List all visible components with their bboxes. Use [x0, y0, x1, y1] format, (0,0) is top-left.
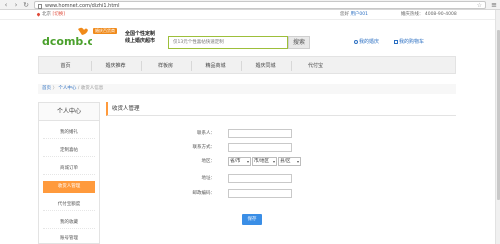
slogan-line-2: 线上婚庆超市	[125, 38, 156, 44]
region-label: 地区：	[201, 159, 216, 164]
nav-item-mall[interactable]: 精品商城	[193, 57, 238, 75]
city-name: 北京	[42, 12, 51, 17]
nav-item-home[interactable]: 首页	[43, 57, 88, 75]
nav-item-local[interactable]: 婚庆同城	[243, 57, 288, 75]
province-value: 省/市	[230, 159, 241, 164]
username-link[interactable]: 用户001	[350, 12, 368, 17]
sidebar-item-invitations[interactable]: 定制喜帖	[43, 145, 95, 157]
logo-text: dcomb.com	[42, 35, 92, 48]
slogan-line-1: 全国个性定制	[125, 31, 156, 37]
nav-item-recommend[interactable]: 婚庆推荐	[93, 57, 138, 75]
sidebar-title: 个人中心	[39, 103, 99, 121]
search-input[interactable]	[168, 36, 288, 49]
phone-input[interactable]	[228, 143, 292, 152]
hotline-label: 婚庆热线：	[400, 12, 424, 17]
breadcrumb: 首页 〉 个人中心 / 收货人信息	[38, 84, 456, 94]
contact-input[interactable]	[228, 129, 292, 138]
city-value: 市/地区	[254, 159, 270, 164]
welcome-text: 您好	[340, 12, 349, 17]
panel-title: 收货人管理	[106, 102, 456, 116]
main-panel: 收货人管理	[106, 102, 456, 244]
nav-divider	[241, 61, 242, 71]
my-cart-label: 我的购物车	[399, 39, 425, 45]
sidebar: 个人中心 我的婚礼 定制喜帖 商城订单 收货人管理 代付宝额度 我的收藏 账号管…	[38, 102, 100, 244]
page-icon	[38, 3, 42, 9]
page-scrollbar[interactable]	[495, 10, 500, 244]
breadcrumb-current: 收货人信息	[80, 86, 104, 91]
dropdown-arrow-icon: ▾	[272, 159, 275, 164]
nav-divider	[141, 61, 142, 71]
city-select[interactable]: 市/地区 ▾	[252, 157, 277, 166]
nav-item-payment[interactable]: 代付宝	[293, 57, 338, 75]
nav-divider	[291, 61, 292, 71]
breadcrumb-home[interactable]: 首页	[42, 86, 51, 91]
address-label: 地址：	[201, 176, 216, 181]
logo-badge: 婚庆百货商	[93, 28, 117, 34]
site-logo[interactable]: dcomb.com	[42, 27, 92, 49]
zip-input[interactable]	[228, 189, 292, 198]
slogan: 全国个性定制 线上婚庆超市	[125, 31, 155, 45]
cart-icon	[394, 39, 398, 44]
bookmark-star-icon[interactable]: ☆	[477, 2, 482, 9]
save-button[interactable]: 保存	[242, 214, 262, 225]
my-cart-link[interactable]: 我的购物车	[394, 39, 424, 46]
forward-icon[interactable]: ›	[12, 1, 20, 9]
location: 北京 [切换]	[42, 12, 65, 18]
zip-label: 邮政编码：	[192, 191, 216, 196]
dropdown-arrow-icon: ▾	[296, 159, 299, 164]
reload-icon[interactable]: ↻	[22, 1, 30, 9]
province-select[interactable]: 省/市 ▾	[228, 157, 251, 166]
main-nav: 首页 婚庆推荐 样板房 精品商城 婚庆同城 代付宝	[38, 56, 456, 74]
sidebar-item-account[interactable]: 账号管理	[43, 233, 95, 244]
my-wedding-link[interactable]: 我的婚庆	[354, 39, 379, 46]
switch-city-link[interactable]: [切换]	[52, 12, 65, 17]
nav-divider	[91, 61, 92, 71]
url-text: www.homnet.com/dizhi1.html	[45, 3, 120, 9]
browser-menu-icon[interactable]: ≡	[490, 1, 498, 9]
scrollbar-thumb[interactable]	[496, 30, 500, 200]
phone-label: 联系方式：	[192, 145, 216, 150]
sidebar-item-orders[interactable]: 商城订单	[43, 163, 95, 175]
my-wedding-label: 我的婚庆	[359, 39, 380, 45]
nav-item-showroom[interactable]: 样板房	[143, 57, 188, 75]
breadcrumb-center[interactable]: 个人中心	[58, 86, 76, 91]
sidebar-item-consignee[interactable]: 收货人管理	[43, 181, 95, 193]
search-button[interactable]: 搜索	[288, 36, 310, 49]
address-bar[interactable]: www.homnet.com/dizhi1.html ☆	[34, 1, 486, 9]
breadcrumb-separator: /	[77, 86, 80, 91]
district-select[interactable]: 县/区 ▾	[278, 157, 301, 166]
hotline-number: 4008-90-4008	[424, 12, 457, 17]
user-info: 您好 用户001 婚庆热线： 4008-90-4008	[340, 12, 457, 18]
sidebar-item-my-wedding[interactable]: 我的婚礼	[43, 127, 95, 139]
contact-label: 联系人：	[197, 131, 215, 136]
district-value: 县/区	[280, 159, 291, 164]
browser-toolbar: ‹ › ↻ www.homnet.com/dizhi1.html ☆ ≡	[0, 0, 500, 10]
user-icon	[354, 39, 358, 44]
sidebar-item-pay-limit[interactable]: 代付宝额度	[43, 199, 95, 211]
nav-divider	[191, 61, 192, 71]
breadcrumb-separator: 〉	[52, 86, 57, 91]
dropdown-arrow-icon: ▾	[246, 159, 249, 164]
address-input[interactable]	[228, 174, 292, 183]
sidebar-item-favorites[interactable]: 我的收藏	[43, 217, 95, 229]
back-icon[interactable]: ‹	[2, 1, 10, 9]
